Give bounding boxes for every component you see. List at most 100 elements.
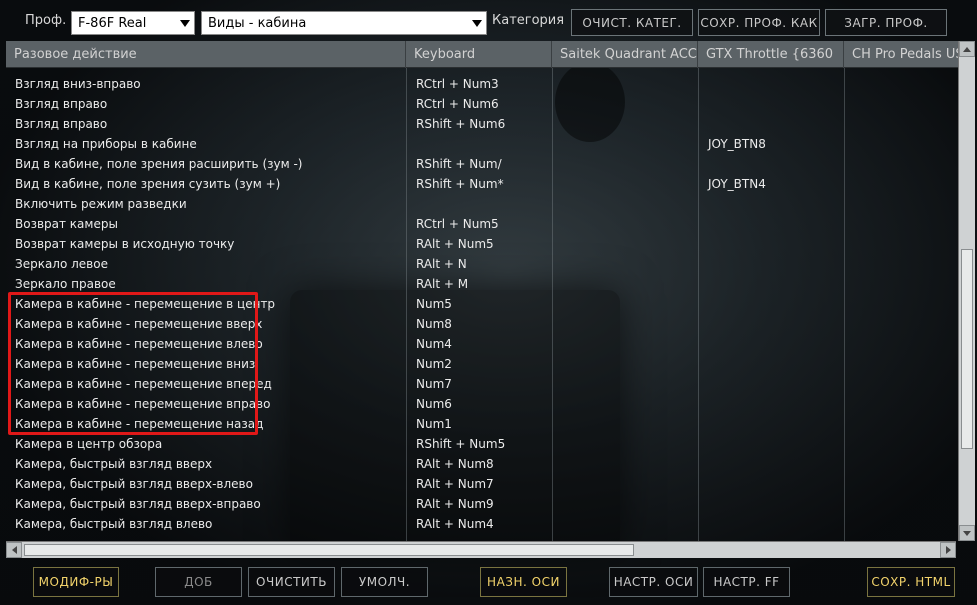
- profile-select-value: F-86F Real: [78, 15, 147, 31]
- scroll-left-button[interactable]: [6, 542, 22, 558]
- action-cell: Камера, быстрый взгляд вверх-вправо: [15, 497, 261, 511]
- table-row[interactable]: Возврат камеры в исходную точку RAlt + Nu…: [6, 234, 960, 254]
- category-select[interactable]: Виды - кабина: [201, 11, 487, 35]
- gtx-cell[interactable]: JOY_BTN4: [708, 174, 766, 194]
- vertical-scrollbar[interactable]: [958, 41, 975, 541]
- table-row[interactable]: Камера в кабине - перемещение влево Num4: [6, 334, 960, 354]
- save-profile-as-button[interactable]: СОХР. ПРОФ. КАК: [698, 9, 820, 36]
- keyboard-cell[interactable]: Num2: [416, 354, 452, 374]
- clear-category-button[interactable]: ОЧИСТ. КАТЕГ.: [571, 9, 693, 36]
- action-cell: Возврат камеры в исходную точку: [15, 237, 235, 251]
- keyboard-cell[interactable]: RShift + Num/: [416, 154, 502, 174]
- column-header-keyboard[interactable]: Keyboard: [406, 41, 552, 68]
- table-row[interactable]: Камера в кабине - перемещение в центр Num…: [6, 294, 960, 314]
- table-row[interactable]: Взгляд на приборы в кабине JOY_BTN8: [6, 134, 960, 154]
- column-header-gtx[interactable]: GTX Throttle {6360: [698, 41, 844, 68]
- table-row[interactable]: Камера, быстрый взгляд влево RAlt + Num4: [6, 514, 960, 534]
- profile-label: Проф.: [25, 13, 67, 28]
- chevron-down-icon: [180, 20, 190, 27]
- action-cell: Камера в кабине - перемещение назад: [15, 417, 264, 431]
- keyboard-cell[interactable]: RAlt + Num7: [416, 474, 494, 494]
- axis-tune-button[interactable]: НАСТР. ОСИ: [609, 567, 698, 597]
- table-body: Взгляд вниз-вправо RCtrl + Num3 Взгляд впр…: [6, 68, 960, 541]
- horizontal-scroll-thumb[interactable]: [24, 544, 634, 556]
- scroll-up-button[interactable]: [959, 41, 975, 57]
- arrow-right-icon: [945, 546, 951, 554]
- table-row[interactable]: Камера в кабине - перемещение вверх Num8: [6, 314, 960, 334]
- table-row[interactable]: Камера в кабине - перемещение вправо Num6: [6, 394, 960, 414]
- action-cell: Камера в кабине - перемещение влево: [15, 337, 263, 351]
- action-cell: Зеркало правое: [15, 277, 116, 291]
- table-row[interactable]: Камера, быстрый взгляд вверх-влево RAlt +…: [6, 474, 960, 494]
- keyboard-cell[interactable]: Num8: [416, 314, 452, 334]
- action-cell: Вид в кабине, поле зрения сузить (зум +): [15, 177, 281, 191]
- action-cell: Взгляд вниз-вправо: [15, 77, 141, 91]
- default-button[interactable]: УМОЛЧ.: [341, 567, 428, 597]
- keyboard-cell[interactable]: Num6: [416, 394, 452, 414]
- keyboard-cell[interactable]: RAlt + Num5: [416, 234, 494, 254]
- add-button[interactable]: ДОБ: [155, 567, 242, 597]
- table-row[interactable]: Взгляд вправо RShift + Num6: [6, 114, 960, 134]
- table-row[interactable]: Вид в кабине, поле зрения расширить (зум…: [6, 154, 960, 174]
- action-cell: Зеркало левое: [15, 257, 108, 271]
- table-row[interactable]: Взгляд вниз-вправо RCtrl + Num3: [6, 74, 960, 94]
- table-row[interactable]: Вид в кабине, поле зрения сузить (зум +)…: [6, 174, 960, 194]
- keyboard-cell[interactable]: RCtrl + Num3: [416, 74, 499, 94]
- action-cell: Камера в кабине - перемещение вниз: [15, 357, 256, 371]
- action-cell: Камера в кабине - перемещение вперед: [15, 377, 272, 391]
- category-select-value: Виды - кабина: [208, 15, 307, 31]
- action-cell: Возврат камеры: [15, 217, 118, 231]
- table-row[interactable]: Камера, быстрый взгляд вверх-вправо RAlt …: [6, 494, 960, 514]
- keyboard-cell[interactable]: RAlt + Num9: [416, 494, 494, 514]
- action-cell: Вид в кабине, поле зрения расширить (зум…: [15, 157, 303, 171]
- action-cell: Камера, быстрый взгляд влево: [15, 517, 213, 531]
- table-row[interactable]: Камера в кабине - перемещение вниз Num2: [6, 354, 960, 374]
- action-cell: Камера, быстрый взгляд вверх: [15, 457, 213, 471]
- keyboard-cell[interactable]: RAlt + M: [416, 274, 468, 294]
- horizontal-scrollbar[interactable]: [6, 541, 956, 558]
- column-header-ch-pedals[interactable]: CH Pro Pedals USB: [844, 41, 960, 68]
- keyboard-cell[interactable]: Num5: [416, 294, 452, 314]
- table-row[interactable]: Зеркало правое RAlt + M: [6, 274, 960, 294]
- table-row[interactable]: Камера в кабине - перемещение вперед Num7: [6, 374, 960, 394]
- table-row[interactable]: Камера в центр обзора RShift + Num5: [6, 434, 960, 454]
- top-toolbar: Проф. F-86F Real Виды - кабина Категория…: [0, 0, 977, 42]
- column-header-saitek[interactable]: Saitek Quadrant ACC: [552, 41, 698, 68]
- table-row[interactable]: Включить режим разведки: [6, 194, 960, 214]
- keyboard-cell[interactable]: RCtrl + Num5: [416, 214, 499, 234]
- load-profile-button[interactable]: ЗАГР. ПРОФ.: [825, 9, 947, 36]
- keyboard-cell[interactable]: Num4: [416, 334, 452, 354]
- table-row[interactable]: Взгляд вправо RCtrl + Num6: [6, 94, 960, 114]
- chevron-down-icon: [472, 20, 482, 27]
- scroll-right-button[interactable]: [940, 542, 956, 558]
- keyboard-cell[interactable]: RShift + Num5: [416, 434, 505, 454]
- keyboard-cell[interactable]: RShift + Num6: [416, 114, 505, 134]
- action-cell: Камера, быстрый взгляд вверх-влево: [15, 477, 253, 491]
- table-row[interactable]: Зеркало левое RAlt + N: [6, 254, 960, 274]
- keyboard-cell[interactable]: Num1: [416, 414, 452, 434]
- clear-button[interactable]: ОЧИСТИТЬ: [248, 567, 335, 597]
- ff-tune-button[interactable]: НАСТР. FF: [703, 567, 790, 597]
- action-cell: Взгляд на приборы в кабине: [15, 137, 197, 151]
- action-cell: Взгляд вправо: [15, 117, 108, 131]
- save-html-button[interactable]: СОХР. HTML: [867, 567, 955, 597]
- assign-axis-button[interactable]: НАЗН. ОСИ: [480, 567, 567, 597]
- table-row[interactable]: Камера, быстрый взгляд вверх RAlt + Num8: [6, 454, 960, 474]
- modifiers-button[interactable]: МОДИФ-РЫ: [33, 567, 119, 597]
- table-row[interactable]: Возврат камеры RCtrl + Num5: [6, 214, 960, 234]
- gtx-cell[interactable]: JOY_BTN8: [708, 134, 766, 154]
- vertical-scroll-thumb[interactable]: [961, 249, 973, 449]
- keyboard-cell[interactable]: RAlt + Num8: [416, 454, 494, 474]
- action-cell: Взгляд вправо: [15, 97, 108, 111]
- column-header-action[interactable]: Разовое действие: [6, 41, 406, 68]
- profile-select[interactable]: F-86F Real: [71, 11, 195, 35]
- table-row[interactable]: Камера в кабине - перемещение назад Num1: [6, 414, 960, 434]
- keyboard-cell[interactable]: RCtrl + Num6: [416, 94, 499, 114]
- keyboard-cell[interactable]: RAlt + Num4: [416, 514, 494, 534]
- table-header: Разовое действие Keyboard Saitek Quadran…: [6, 41, 960, 68]
- keyboard-cell[interactable]: RAlt + N: [416, 254, 467, 274]
- keyboard-cell[interactable]: RShift + Num*: [416, 174, 504, 194]
- keyboard-cell[interactable]: Num7: [416, 374, 452, 394]
- bindings-table: Разовое действие Keyboard Saitek Quadran…: [6, 41, 960, 541]
- scroll-down-button[interactable]: [959, 525, 975, 541]
